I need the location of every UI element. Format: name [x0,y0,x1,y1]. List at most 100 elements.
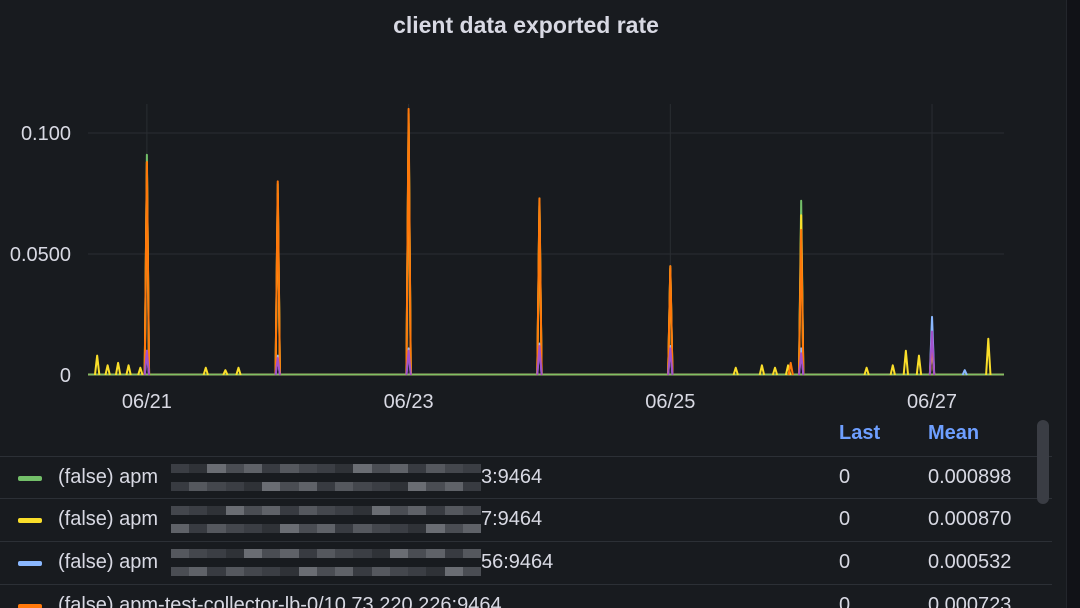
redaction-pixel [371,482,390,491]
redaction-pixel [280,506,299,515]
series-spike [915,354,923,376]
redaction-pixel [426,464,445,473]
redaction-pixel [225,549,244,558]
series-color-swatch [18,476,42,481]
redaction-pixel [243,567,263,576]
redaction-pixel [243,482,263,491]
redaction-pixel [335,524,354,533]
y-tick-label: 0.100 [21,123,71,145]
legend-header-last[interactable]: Last [839,422,880,445]
series-spike [274,180,281,376]
redaction-pixel [426,482,445,491]
redaction-pixel [335,549,354,558]
redaction-pixel [462,464,481,473]
redaction-pixel [389,464,409,473]
redaction-pixel [171,464,190,473]
redaction-pixel [408,482,427,491]
redaction-pixel [280,567,299,576]
redaction-pixel [316,482,336,491]
redaction-pixel [462,549,481,558]
redaction-pixel [353,482,372,491]
series-mean-value: 0.000723 [928,594,1012,608]
redaction-pixel [389,506,409,515]
redaction-pixel [207,549,226,558]
redaction-pixel [280,524,299,533]
redaction-pixel [389,567,409,576]
redaction-pixel [408,506,427,515]
redacted-text-mask [171,460,481,496]
redacted-text-mask [171,545,481,581]
redaction-pixel [353,567,372,576]
redaction-pixel [335,567,354,576]
y-tick-label: 0.0500 [10,244,71,266]
legend-table: Last Mean (false) apm 3:9464 0 0.000898 … [0,418,1052,608]
series-name-suffix: 56:9464 [481,551,554,573]
redaction-pixel [408,524,427,533]
series-name-prefix: (false) apm [58,551,159,573]
redaction-pixel [189,549,208,558]
redaction-pixel [280,464,299,473]
series-mean-value: 0.000898 [928,466,1012,488]
redaction-pixel [225,506,244,515]
redaction-pixel [189,482,208,491]
redaction-pixel [353,464,372,473]
redaction-pixel [444,567,463,576]
redaction-pixel [371,567,390,576]
legend-row[interactable]: (false) apm-test-collector-lb-0/10.73.22… [0,584,1052,608]
redaction-pixel [462,567,481,576]
redaction-pixel [298,506,317,515]
redaction-pixel [298,567,317,576]
redaction-pixel [444,549,463,558]
series-name-prefix: (false) apm-test-collector-lb-0/10.73.22… [58,594,502,608]
redaction-pixel [171,549,190,558]
redaction-pixel [262,549,281,558]
series-name-prefix: (false) apm [58,466,159,488]
redaction-pixel [316,549,336,558]
redaction-pixel [262,567,281,576]
legend-scrollbar[interactable] [1037,420,1049,504]
redaction-pixel [426,549,445,558]
series-mean-value: 0.000870 [928,508,1012,530]
redaction-pixel [444,482,463,491]
series-color-swatch [18,518,42,523]
redaction-pixel [262,464,281,473]
series-name-suffix: 3:9464 [481,466,543,488]
redaction-pixel [225,482,244,491]
redaction-pixel [207,567,226,576]
legend-row[interactable]: (false) apm 3:9464 0 0.000898 [0,456,1052,499]
redaction-pixel [316,567,336,576]
series-color-swatch [18,604,42,608]
legend-header-mean[interactable]: Mean [928,422,979,445]
redaction-pixel [371,464,390,473]
redaction-pixel [353,549,372,558]
series-spike [93,354,101,376]
series-spike [104,364,111,376]
redaction-pixel [426,506,445,515]
time-series-chart[interactable]: 0 0.0500 0.100 06/21 06/23 06/25 06/27 [0,0,1052,418]
redaction-pixel [171,567,190,576]
redaction-pixel [189,567,208,576]
series-spike [889,364,896,376]
redaction-pixel [408,549,427,558]
redaction-pixel [389,482,409,491]
series-last-value: 0 [839,466,851,488]
y-tick-label: 0 [60,365,71,387]
redaction-pixel [408,567,427,576]
redaction-pixel [298,524,317,533]
redaction-pixel [462,524,481,533]
redaction-pixel [171,506,190,515]
redaction-pixel [371,549,390,558]
series-spike [902,349,910,376]
redaction-pixel [389,549,409,558]
redaction-pixel [444,464,463,473]
legend-row[interactable]: (false) apm 56:9464 0 0.000532 [0,541,1052,584]
series-spike [114,361,122,376]
redaction-pixel [262,482,281,491]
x-tick-label: 06/25 [645,391,695,413]
redaction-pixel [426,567,445,576]
x-tick-label: 06/21 [122,391,172,413]
legend-row[interactable]: (false) apm 7:9464 0 0.000870 [0,498,1052,541]
redaction-pixel [207,464,226,473]
redaction-pixel [462,482,481,491]
redaction-pixel [408,464,427,473]
